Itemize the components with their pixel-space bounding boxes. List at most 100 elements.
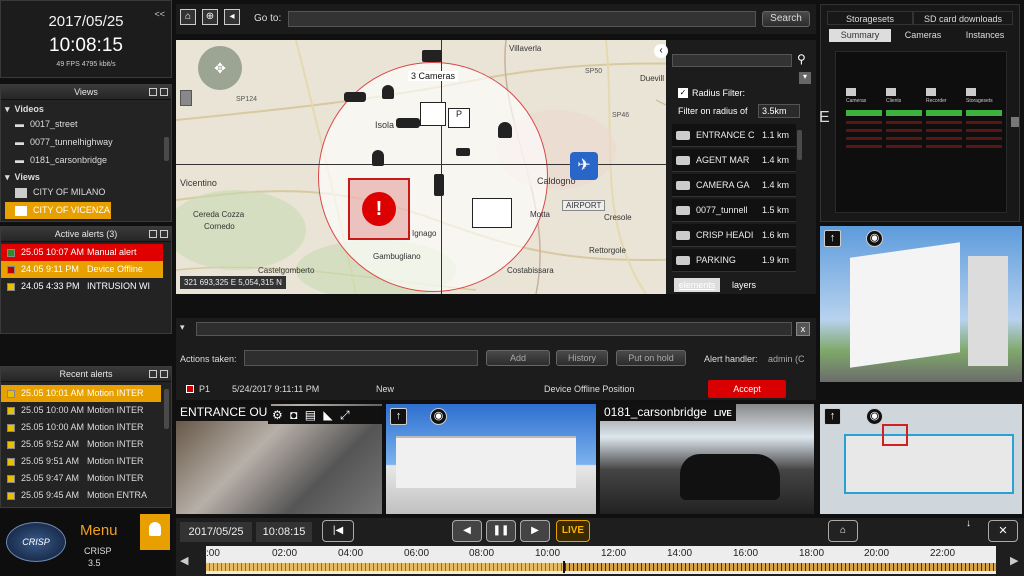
- map-nav-control[interactable]: ✥: [198, 46, 242, 90]
- radius-value-input[interactable]: 3.5km: [758, 104, 800, 118]
- active-alert-row[interactable]: 25.05 10:07 AM Manual alert: [1, 244, 163, 261]
- camera-marker-icon[interactable]: [422, 50, 442, 62]
- alert-row[interactable]: P1 5/24/2017 9:11:11 PM New Device Offli…: [176, 380, 816, 398]
- actions-input[interactable]: [244, 350, 478, 366]
- tab-cameras[interactable]: Cameras: [893, 29, 953, 42]
- video-item[interactable]: ▬ 0077_tunnelhighway: [1, 134, 171, 151]
- active-alert-row[interactable]: 24.05 9:11 PM Device Offline: [1, 261, 163, 278]
- building-camera-feed[interactable]: ↑ ◉: [820, 226, 1022, 382]
- minimize-icon[interactable]: [149, 370, 157, 378]
- tab-layers[interactable]: layers: [724, 278, 764, 292]
- snapshot-icon[interactable]: ◘: [290, 408, 297, 422]
- dropdown-button[interactable]: ▾: [799, 72, 811, 84]
- home-button[interactable]: ⌂: [180, 9, 196, 25]
- radius-filter-checkbox[interactable]: ✓: [678, 88, 688, 98]
- map-area[interactable]: ✥ Villaverla Isola Vicentino Caldogno Ce…: [176, 40, 816, 294]
- history-button[interactable]: History: [556, 350, 608, 366]
- hold-button[interactable]: Put on hold: [616, 350, 686, 366]
- close-timeline-button[interactable]: ✕: [988, 520, 1018, 542]
- agent-marker-icon[interactable]: [372, 150, 384, 166]
- add-button[interactable]: Add: [486, 350, 550, 366]
- recent-alert-row[interactable]: 25.05 9:47 AM Motion INTER: [1, 470, 161, 487]
- camera-marker-icon[interactable]: [344, 92, 366, 102]
- expand-up-icon[interactable]: ↑: [390, 408, 407, 425]
- skip-start-button[interactable]: |◀: [322, 520, 354, 542]
- tab-instances[interactable]: Instances: [955, 29, 1015, 42]
- maximize-icon[interactable]: [160, 230, 168, 238]
- filter-search-input[interactable]: [672, 54, 792, 67]
- timeline-track[interactable]: :00 02:00 04:00 06:00 08:00 10:00 12:00 14:00 16…: [206, 546, 996, 574]
- alert-note-input[interactable]: [196, 322, 792, 336]
- tab-elements[interactable]: elements: [674, 278, 720, 292]
- camera-feed-2[interactable]: ↑ ◉: [386, 404, 596, 514]
- video-item[interactable]: ▬ 0017_street: [1, 116, 171, 133]
- maximize-icon[interactable]: [160, 370, 168, 378]
- minimize-icon[interactable]: [149, 88, 157, 96]
- camera-switch-icon[interactable]: ◉: [866, 230, 883, 247]
- filter-result-row[interactable]: AGENT MAR 1.4 km: [672, 149, 796, 172]
- dropdown-toggle[interactable]: ▾: [180, 322, 185, 333]
- expand-up-icon[interactable]: ↑: [824, 408, 841, 425]
- recent-alert-row[interactable]: 25.05 9:45 AM Motion ENTRA: [1, 487, 161, 504]
- live-button[interactable]: LIVE: [556, 520, 590, 542]
- camera-feed-3[interactable]: 0181_carsonbridge LIVE: [600, 404, 814, 514]
- accept-button[interactable]: Accept: [708, 380, 786, 398]
- map-zoom-slider[interactable]: [180, 90, 192, 106]
- minimize-icon[interactable]: [149, 230, 157, 238]
- building-marker-icon[interactable]: [420, 102, 446, 126]
- pause-button[interactable]: ❚❚: [486, 520, 516, 542]
- navigate-button[interactable]: ◂: [224, 9, 240, 25]
- close-panel-icon[interactable]: [1011, 117, 1019, 127]
- filter-result-row[interactable]: PARKING 1.9 km: [672, 249, 796, 272]
- camera-switch-icon[interactable]: ◉: [430, 408, 447, 425]
- tab-summary[interactable]: Summary: [829, 29, 891, 42]
- recent-scrollbar[interactable]: [164, 389, 169, 429]
- tab-storagesets[interactable]: Storagesets: [827, 11, 913, 25]
- filter-result-row[interactable]: CRISP HEADI 1.6 km: [672, 224, 796, 247]
- tab-sd-downloads[interactable]: SD card downloads: [913, 11, 1013, 25]
- settings-icon[interactable]: ⚙: [272, 408, 283, 422]
- goto-input[interactable]: [288, 11, 756, 27]
- recent-alert-row[interactable]: 25.05 10:01 AM Motion INTER: [1, 385, 161, 402]
- close-alert-button[interactable]: x: [796, 322, 810, 336]
- agent-marker-icon[interactable]: [382, 85, 394, 99]
- camera-cluster-label[interactable]: 3 Cameras: [408, 71, 459, 81]
- airport-icon[interactable]: ✈: [570, 152, 598, 180]
- timeline-prev-icon[interactable]: ◀: [180, 554, 188, 567]
- active-alert-row[interactable]: 24.05 4:33 PM INTRUSION WI: [1, 278, 163, 295]
- recent-alert-row[interactable]: 25.05 10:00 AM Motion INTER: [1, 419, 161, 436]
- collapse-filter-button[interactable]: ‹: [654, 44, 668, 58]
- user-button[interactable]: [140, 514, 170, 550]
- download-icon[interactable]: ↓: [966, 518, 971, 529]
- filter-result-row[interactable]: 0077_tunnell 1.5 km: [672, 199, 796, 222]
- floorplan-feed[interactable]: ↑ ◉: [820, 404, 1022, 514]
- camera-marker-icon[interactable]: [456, 148, 470, 156]
- filter-scrollbar[interactable]: [797, 130, 802, 160]
- alert-marker[interactable]: !: [348, 178, 410, 240]
- views-scrollbar[interactable]: [164, 137, 169, 161]
- filter-result-row[interactable]: ENTRANCE C 1.1 km: [672, 124, 796, 147]
- search-button[interactable]: Search: [762, 11, 810, 27]
- crosshair-button[interactable]: ⊕: [202, 9, 218, 25]
- film-icon[interactable]: ▤: [305, 408, 316, 422]
- fullscreen-icon[interactable]: ⤢: [340, 408, 350, 422]
- recent-alert-row[interactable]: 25.05 9:51 AM Motion INTER: [1, 453, 161, 470]
- camera-feed-1[interactable]: ENTRANCE OU ⚙ ◘ ▤ ◣ ⤢: [176, 404, 382, 514]
- camera-marker-icon[interactable]: [396, 118, 420, 128]
- camera-marker-icon[interactable]: [434, 174, 444, 196]
- view-item-selected[interactable]: CITY OF VICENZA: [5, 202, 111, 219]
- stadium-marker-icon[interactable]: [472, 198, 512, 228]
- recent-alert-row[interactable]: 25.05 10:00 AM Motion INTER: [1, 402, 161, 419]
- play-button[interactable]: ▶: [520, 520, 550, 542]
- agent-marker-icon[interactable]: [498, 122, 512, 138]
- parking-marker-icon[interactable]: P: [448, 108, 470, 128]
- maximize-icon[interactable]: [160, 88, 168, 96]
- view-item[interactable]: CITY OF MILANO: [1, 184, 171, 201]
- filter-result-row[interactable]: CAMERA GA 1.4 km: [672, 174, 796, 197]
- cctv-icon[interactable]: ◣: [323, 408, 332, 422]
- expand-up-icon[interactable]: ↑: [824, 230, 841, 247]
- menu-button[interactable]: Menu: [80, 522, 118, 539]
- recent-alert-row[interactable]: 25.05 9:52 AM Motion INTER: [1, 436, 161, 453]
- timeline-next-icon[interactable]: ▶: [1010, 554, 1018, 567]
- rewind-button[interactable]: ◀: [452, 520, 482, 542]
